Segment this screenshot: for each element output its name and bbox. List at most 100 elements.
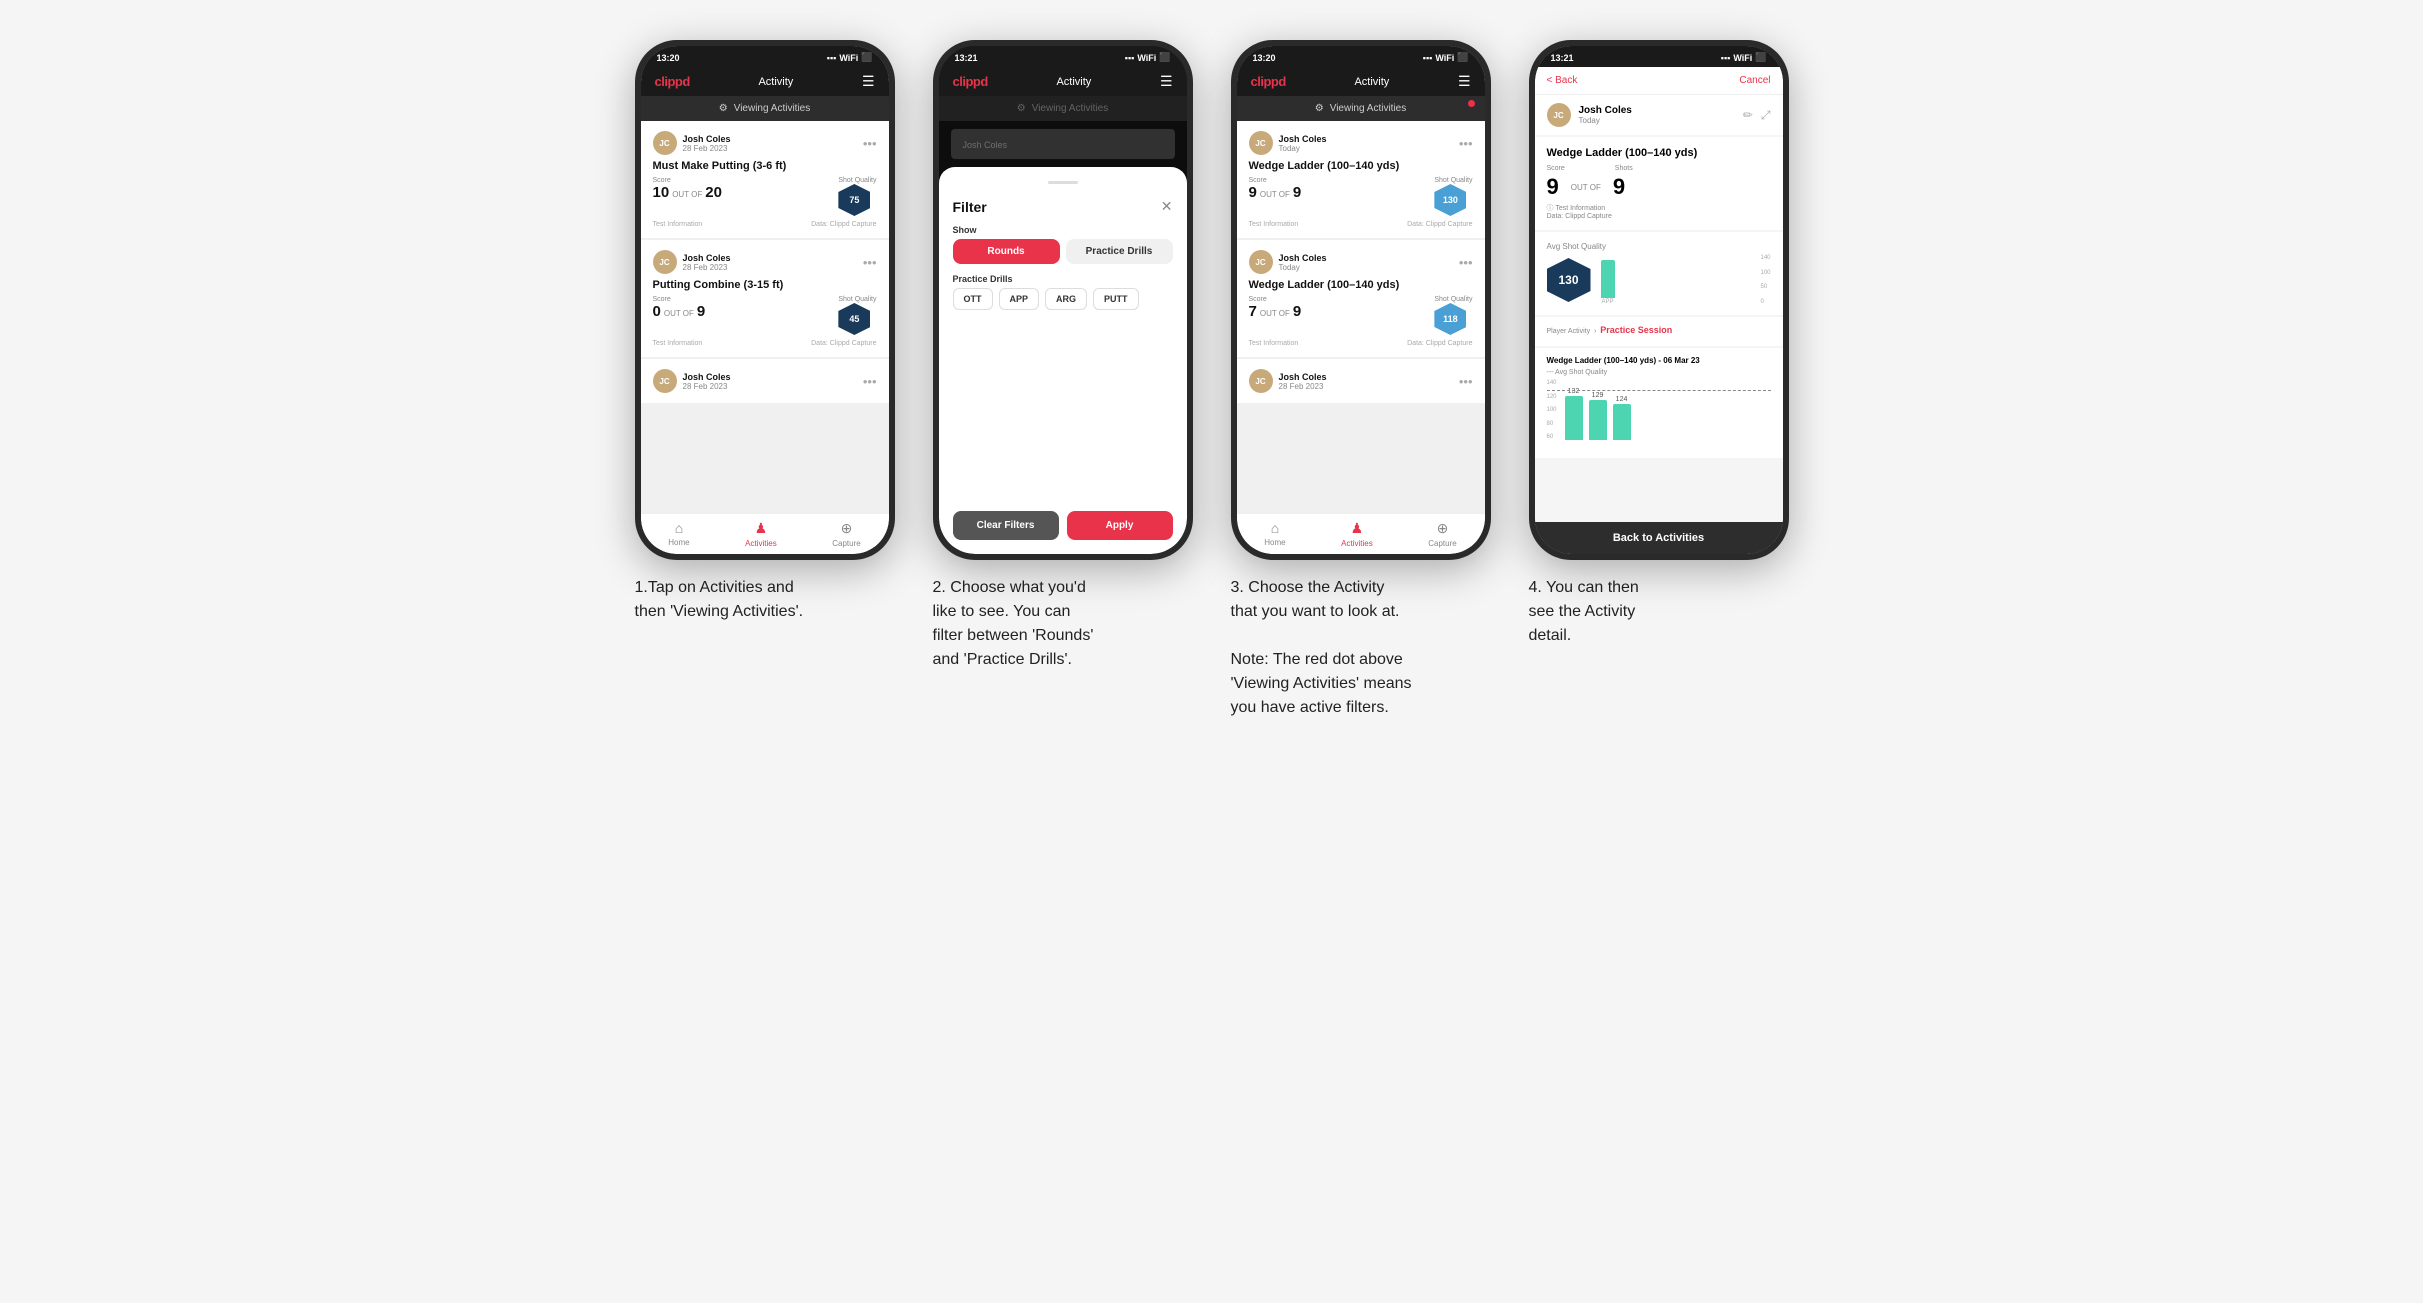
phone-col-1: 13:20 ▪▪▪ WiFi ⬛ clippd Activity ☰ ⚙ V: [630, 40, 900, 624]
test-info-detail: ⓘ Test Information: [1547, 203, 1771, 213]
menu-icon-2[interactable]: ☰: [1160, 73, 1173, 90]
footer-right-3-1: Data: Clippd Capture: [1407, 221, 1472, 228]
chart-full-subtitle: --- Avg Shot Quality: [1547, 369, 1771, 376]
score-val-detail: 9: [1547, 174, 1559, 200]
battery-icon-4: ⬛: [1755, 52, 1766, 63]
shots-val-1-2: 9: [697, 303, 705, 320]
clear-filters-button[interactable]: Clear Filters: [953, 511, 1059, 540]
nav-capture-1[interactable]: ⊕ Capture: [832, 520, 860, 548]
status-bar-4: 13:21 ▪▪▪ WiFi ⬛: [1535, 46, 1783, 67]
footer-right-1-2: Data: Clippd Capture: [811, 340, 876, 347]
phone-col-2: 13:21 ▪▪▪ WiFi ⬛ clippd Activity ☰ ⚙ V: [928, 40, 1198, 672]
activity-card-1-1[interactable]: JC Josh Coles 28 Feb 2023 ••• Must Make …: [641, 121, 889, 238]
avg-sq-card: Avg Shot Quality 130 APP: [1535, 232, 1783, 315]
wifi-icon-3: WiFi: [1435, 53, 1454, 63]
more-icon-1-3[interactable]: •••: [863, 374, 877, 389]
back-button[interactable]: < Back: [1547, 75, 1578, 86]
detail-user-name: Josh Coles: [1579, 105, 1632, 116]
score-val-3-1: 9: [1249, 184, 1257, 201]
more-icon-3-3[interactable]: •••: [1459, 374, 1473, 389]
drill-ott[interactable]: OTT: [953, 288, 993, 310]
avg-sq-label: Avg Shot Quality: [1547, 242, 1771, 251]
card-title-1-1: Must Make Putting (3-6 ft): [653, 160, 877, 172]
score-label-3-1: Score: [1249, 177, 1302, 184]
sq-label-3-2: Shot Quality: [1434, 296, 1472, 303]
bar-1: 132: [1565, 388, 1583, 440]
score-label-3-2: Score: [1249, 296, 1302, 303]
activity-card-3-1[interactable]: JC Josh Coles Today ••• Wedge Ladder (10…: [1237, 121, 1485, 238]
sq-val-3-1: 130: [1443, 195, 1458, 205]
avatar-1-1: JC: [653, 131, 677, 155]
data-capture-detail: Data: Clippd Capture: [1547, 213, 1771, 220]
status-bar-1: 13:20 ▪▪▪ WiFi ⬛: [641, 46, 889, 67]
more-icon-3-2[interactable]: •••: [1459, 255, 1473, 270]
sq-hex-3-2: 118: [1434, 303, 1466, 335]
footer-left-3-2: Test Information: [1249, 340, 1299, 347]
phone-content-3: JC Josh Coles Today ••• Wedge Ladder (10…: [1237, 121, 1485, 513]
sq-hex-1-1: 75: [838, 184, 870, 216]
bar-rect-3: [1613, 404, 1631, 440]
detail-user-card: JC Josh Coles Today ✏ ⤢: [1535, 95, 1783, 135]
rounds-toggle[interactable]: Rounds: [953, 239, 1060, 264]
filter-close-icon[interactable]: ✕: [1161, 198, 1173, 215]
nav-capture-label-1: Capture: [832, 539, 860, 548]
cancel-button[interactable]: Cancel: [1739, 75, 1770, 86]
avatar-1-2: JC: [653, 250, 677, 274]
sq-label-1-1: Shot Quality: [838, 177, 876, 184]
signal-icon-2: ▪▪▪: [1125, 53, 1135, 63]
drill-arg[interactable]: ARG: [1045, 288, 1087, 310]
wifi-icon-2: WiFi: [1137, 53, 1156, 63]
battery-icon-2: ⬛: [1159, 52, 1170, 63]
card-title-3-1: Wedge Ladder (100–140 yds): [1249, 160, 1473, 172]
footer-right-3-2: Data: Clippd Capture: [1407, 340, 1472, 347]
drill-putt[interactable]: PUTT: [1093, 288, 1139, 310]
user-date-3-2: Today: [1279, 263, 1327, 272]
more-icon-1-2[interactable]: •••: [863, 255, 877, 270]
menu-icon-3[interactable]: ☰: [1458, 73, 1471, 90]
viewing-banner-1[interactable]: ⚙ Viewing Activities: [641, 96, 889, 121]
nav-home-3[interactable]: ⌂ Home: [1264, 520, 1285, 548]
apply-button[interactable]: Apply: [1067, 511, 1173, 540]
avatar-3-1: JC: [1249, 131, 1273, 155]
back-to-activities-button[interactable]: Back to Activities: [1535, 522, 1783, 554]
sq-label-1-2: Shot Quality: [838, 296, 876, 303]
activity-card-1-3[interactable]: JC Josh Coles 28 Feb 2023 •••: [641, 359, 889, 403]
card-title-3-2: Wedge Ladder (100–140 yds): [1249, 279, 1473, 291]
dimmed-overlay: Josh Coles Filter ✕ Show Roun: [939, 121, 1187, 554]
bar-rect-1: [1565, 396, 1583, 440]
out-of-1-2: OUT OF: [664, 309, 694, 318]
shots-val-3-2: 9: [1293, 303, 1301, 320]
edit-icon[interactable]: ✏: [1743, 108, 1753, 123]
drill-app[interactable]: APP: [999, 288, 1040, 310]
caption-4: 4. You can then see the Activity detail.: [1529, 576, 1789, 648]
avatar-1-3: JC: [653, 369, 677, 393]
nav-activities-1[interactable]: ♟ Activities: [745, 520, 777, 548]
practice-section: Player Activity › Practice Session: [1535, 317, 1783, 346]
nav-bar-3: clippd Activity ☰: [1237, 67, 1485, 96]
user-name-1-2: Josh Coles: [683, 253, 731, 263]
activity-card-1-2[interactable]: JC Josh Coles 28 Feb 2023 ••• Putting Co…: [641, 240, 889, 357]
viewing-banner-3[interactable]: ⚙ Viewing Activities: [1237, 96, 1485, 121]
shots-val-3-1: 9: [1293, 184, 1301, 201]
drills-toggle[interactable]: Practice Drills: [1066, 239, 1173, 264]
score-label-1-2: Score: [653, 296, 706, 303]
capture-icon-1: ⊕: [841, 520, 853, 537]
filter-handle: [1048, 181, 1078, 184]
mini-bar-1: [1601, 260, 1615, 298]
home-icon-3: ⌂: [1271, 520, 1279, 536]
nav-activities-3[interactable]: ♟ Activities: [1341, 520, 1373, 548]
more-icon-3-1[interactable]: •••: [1459, 136, 1473, 151]
menu-icon-1[interactable]: ☰: [862, 73, 875, 90]
phone-3: 13:20 ▪▪▪ WiFi ⬛ clippd Activity ☰ ⚙ V: [1231, 40, 1491, 560]
more-icon-1-1[interactable]: •••: [863, 136, 877, 151]
filter-icon-2: ⚙: [1017, 103, 1026, 114]
shots-label-detail: Shots: [1615, 165, 1633, 172]
expand-icon[interactable]: ⤢: [1761, 108, 1771, 123]
activity-card-3-3[interactable]: JC Josh Coles 28 Feb 2023 •••: [1237, 359, 1485, 403]
activity-card-3-2[interactable]: JC Josh Coles Today ••• Wedge Ladder (10…: [1237, 240, 1485, 357]
nav-capture-3[interactable]: ⊕ Capture: [1428, 520, 1456, 548]
nav-home-1[interactable]: ⌂ Home: [668, 520, 689, 548]
signal-icon-3: ▪▪▪: [1423, 53, 1433, 63]
status-time-2: 13:21: [955, 53, 978, 63]
user-date-1-1: 28 Feb 2023: [683, 144, 731, 153]
